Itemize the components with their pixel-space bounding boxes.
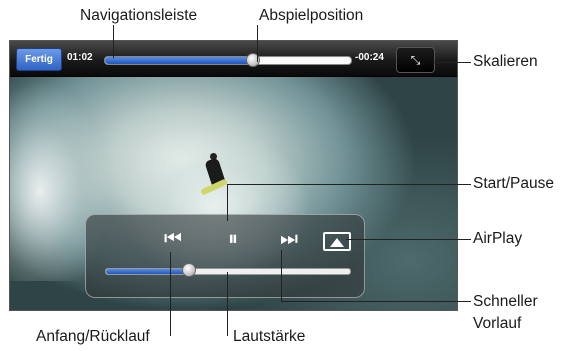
callout-rewind: Anfang/Rücklauf: [36, 328, 150, 345]
rewind-button[interactable]: ⏮: [156, 226, 190, 252]
callout-scale: Skalieren: [473, 53, 538, 70]
pause-icon: ⏸: [228, 228, 238, 250]
leader-fast-forward-v: [281, 250, 282, 301]
progress-track[interactable]: [104, 56, 352, 65]
elapsed-time: 01:02: [67, 52, 93, 63]
leader-play-pause-h: [227, 184, 471, 185]
scale-arrows-icon: ⤡: [410, 53, 421, 67]
callout-fast-forward-line2: Vorlauf: [473, 315, 522, 332]
navigation-bar: Fertig 01:02 -00:24 ⤡: [10, 41, 457, 77]
leader-scale: [433, 62, 471, 63]
leader-play-pause-v: [227, 184, 228, 221]
callout-play-pause: Start/Pause: [473, 175, 554, 192]
airplay-button[interactable]: [323, 232, 351, 251]
done-button[interactable]: Fertig: [16, 48, 62, 71]
play-pause-button[interactable]: ⏸: [216, 226, 250, 252]
volume-fill: [106, 269, 189, 274]
volume-track[interactable]: [105, 268, 351, 275]
volume-knob[interactable]: [181, 263, 196, 277]
airplay-icon: [330, 238, 344, 247]
skip-forward-icon: ⏭: [280, 228, 298, 250]
callout-navigation-bar: Navigationsleiste: [80, 7, 198, 24]
skip-back-icon: ⏮: [164, 228, 182, 250]
remaining-time: -00:24: [355, 52, 384, 63]
playback-controls: ⏮ ⏸ ⏭: [85, 214, 365, 298]
scale-button[interactable]: ⤡: [396, 47, 435, 73]
callout-playhead: Abspielposition: [259, 7, 364, 24]
leader-volume: [227, 272, 228, 336]
leader-playhead: [257, 25, 258, 62]
leader-navigation-bar: [113, 25, 114, 58]
video-player: Fertig 01:02 -00:24 ⤡ ⏮ ⏸ ⏭: [9, 40, 458, 311]
progress-fill: [105, 57, 253, 64]
callout-fast-forward-line1: Schneller: [473, 293, 538, 310]
callout-volume: Lautstärke: [233, 328, 306, 345]
leader-airplay: [346, 239, 471, 240]
leader-rewind: [170, 252, 171, 336]
callout-airplay: AirPlay: [473, 230, 523, 247]
leader-fast-forward-h: [281, 301, 471, 302]
fast-forward-button[interactable]: ⏭: [272, 226, 306, 252]
